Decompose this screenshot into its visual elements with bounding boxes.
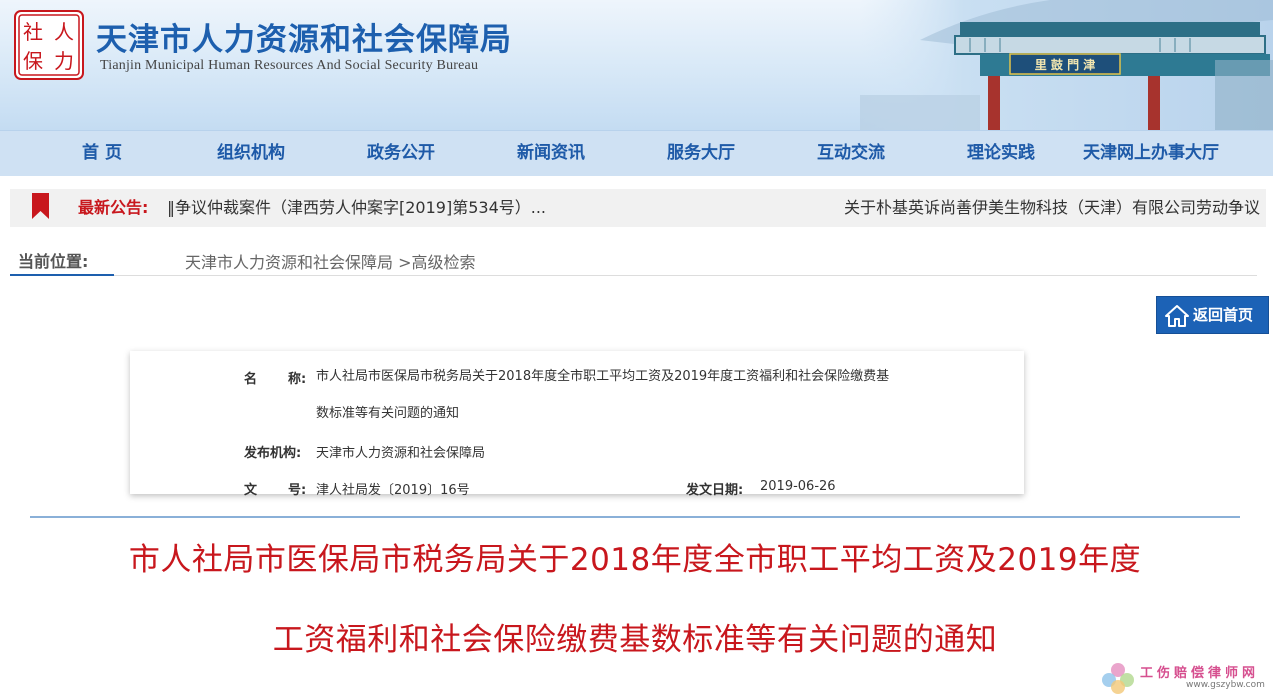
document-title: 市人社局市医保局市税务局关于2018年度全市职工平均工资及2019年度 工资福利… (30, 530, 1240, 670)
back-home-label: 返回首页 (1193, 306, 1254, 324)
info-value-org: 天津市人力资源和社会保障局 (316, 446, 486, 461)
nav-organization[interactable]: 组织机构 (201, 131, 301, 177)
nav-interaction[interactable]: 互动交流 (801, 131, 901, 177)
bureau-logo[interactable]: 社 人 保 力 (14, 10, 84, 80)
svg-text:里 鼓 門 津: 里 鼓 門 津 (1035, 57, 1096, 72)
content-divider (30, 516, 1240, 518)
nav-online-service[interactable]: 天津网上办事大厅 (1071, 131, 1231, 177)
nav-home[interactable]: 首 页 (62, 131, 142, 177)
document-info-card: 名 称: 市人社局市医保局市税务局关于2018年度全市职工平均工资及2019年度… (130, 351, 1024, 498)
bookmark-icon (32, 193, 49, 219)
watermark-url: www.gszybw.com (1186, 680, 1265, 690)
gate-banner-image: 里 鼓 門 津 (860, 0, 1273, 130)
svg-text:人: 人 (54, 20, 74, 44)
info-key-docnum-2: 号: (288, 483, 307, 498)
breadcrumb-underline (10, 274, 114, 276)
main-nav: 首 页 组织机构 政务公开 新闻资讯 服务大厅 互动交流 理论实践 天津网上办事… (0, 130, 1273, 176)
breadcrumb: 天津市人力资源和社会保障局 >高级检索 (185, 249, 476, 273)
document-title-line-2: 工资福利和社会保险缴费基数标准等有关问题的通知 (272, 622, 998, 658)
svg-text:力: 力 (54, 49, 74, 73)
info-key-date: 发文日期: (686, 483, 744, 498)
notice-link[interactable]: 关于朴基英诉尚善伊美生物科技（天津）有限公司劳动争议 (844, 189, 1266, 227)
info-key-name-2: 称: (288, 372, 307, 387)
breadcrumb-current: >高级检索 (398, 253, 476, 272)
back-home-button[interactable]: 返回首页 (1156, 296, 1269, 334)
info-key-docnum-1: 文 (244, 483, 258, 498)
svg-text:社: 社 (23, 20, 43, 44)
info-key-org: 发布机构: (244, 446, 302, 461)
info-value-date: 2019-06-26 (760, 479, 836, 494)
site-subtitle: Tianjin Municipal Human Resources And So… (100, 58, 479, 73)
home-icon (1165, 305, 1189, 327)
watermark-text: 工伤赔偿律师网 (1140, 666, 1260, 681)
nav-government-affairs[interactable]: 政务公开 (351, 131, 451, 177)
notice-link[interactable]: ‖争议仲裁案件（津西劳人仲案字[2019]第534号）... (167, 189, 546, 227)
breadcrumb-label: 当前位置: (18, 252, 89, 271)
notice-label: 最新公告: (78, 198, 149, 217)
nav-service-hall[interactable]: 服务大厅 (651, 131, 751, 177)
document-title-line-1: 市人社局市医保局市税务局关于2018年度全市职工平均工资及2019年度 (128, 542, 1142, 578)
nav-news[interactable]: 新闻资讯 (501, 131, 601, 177)
nav-theory-practice[interactable]: 理论实践 (951, 131, 1051, 177)
breadcrumb-divider (114, 275, 1257, 276)
breadcrumb-home-link[interactable]: 天津市人力资源和社会保障局 (185, 253, 393, 272)
info-value-name: 市人社局市医保局市税务局关于2018年度全市职工平均工资及2019年度工资福利和… (316, 369, 890, 421)
svg-text:保: 保 (23, 49, 43, 73)
notice-bar: 最新公告: ‖争议仲裁案件（津西劳人仲案字[2019]第534号）... 关于朴… (10, 189, 1266, 227)
site-header: 社 人 保 力 天津市人力资源和社会保障局 Tianjin Municipal … (0, 0, 1273, 130)
site-title: 天津市人力资源和社会保障局 (96, 22, 512, 58)
info-value-docnum: 津人社局发〔2019〕16号 (316, 483, 470, 498)
flower-icon (1102, 663, 1134, 694)
watermark: 工伤赔偿律师网 www.gszybw.com (1100, 660, 1270, 696)
info-key-name-1: 名 (244, 372, 258, 387)
